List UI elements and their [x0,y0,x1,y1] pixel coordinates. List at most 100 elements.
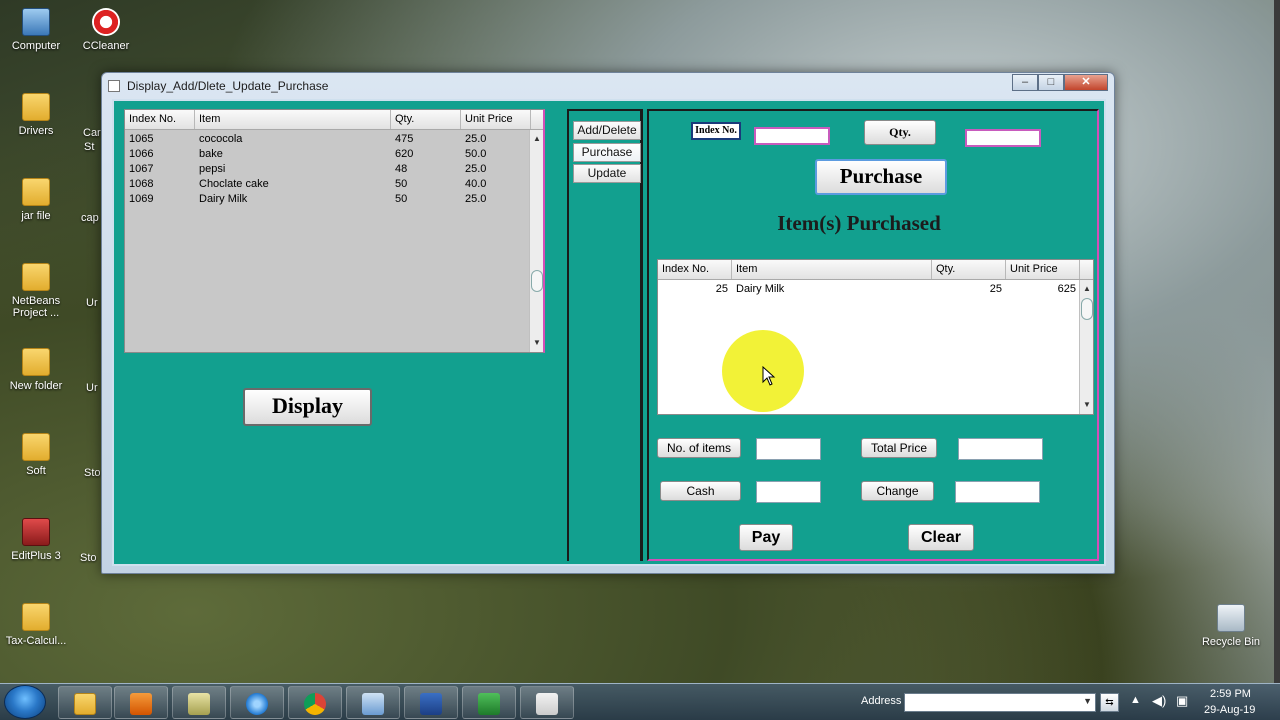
title-bar[interactable]: Display_Add/Dlete_Update_Purchase – □ ✕ [102,73,1114,99]
table-row[interactable]: 25 Dairy Milk 25 625 [658,282,1093,297]
desktop-icon-computer[interactable]: Computer [0,8,72,52]
close-button[interactable]: ✕ [1064,74,1108,91]
folder-icon [22,348,50,376]
column-header[interactable]: Qty. [932,260,1006,279]
table-row[interactable]: 1065 cococola 475 25.0 [125,132,543,147]
column-header[interactable]: Unit Price [1006,260,1080,279]
qty-field[interactable] [965,129,1041,147]
table-row[interactable]: 1067 pepsi 48 25.0 [125,162,543,177]
pay-button[interactable]: Pay [739,524,793,551]
cash-field[interactable] [756,481,821,503]
items-purchased-heading: Item(s) Purchased [777,211,941,235]
purchase-button[interactable]: Purchase [815,159,947,195]
desktop-icon-soft[interactable]: Soft [0,433,72,477]
clock-time[interactable]: 2:59 PM [1210,688,1251,700]
tab-purchase[interactable]: Purchase [573,143,641,162]
table-row[interactable]: 1068 Choclate cake 50 40.0 [125,177,543,192]
taskbar-media-player[interactable] [114,686,168,719]
clear-button[interactable]: Clear [908,524,974,551]
table-cell: 25.0 [465,163,487,175]
taskbar-chrome[interactable] [288,686,342,719]
mouse-pointer-icon [762,366,776,386]
change-button[interactable]: Change [861,481,934,501]
column-header[interactable]: Item [195,110,391,129]
cash-button[interactable]: Cash [660,481,741,501]
desktop-icon-drivers[interactable]: Drivers [0,93,72,137]
total-price-field[interactable] [958,438,1043,460]
table-cell: pepsi [199,163,226,175]
scroll-up-icon[interactable]: ▲ [530,132,543,146]
table-cell: 50.0 [465,148,487,160]
taskbar-camtasia[interactable] [462,686,516,719]
desktop-icon-editplus[interactable]: EditPlus 3 [0,518,72,562]
taskbar-virtualbox[interactable] [346,686,400,719]
taskbar-word[interactable] [404,686,458,719]
editplus-icon [22,518,50,546]
desktop-icon-ccleaner[interactable]: CCleaner [70,8,142,52]
desktop-icon-jar-file[interactable]: jar file [0,178,72,222]
folder-icon [22,603,50,631]
taskbar-explorer[interactable] [58,686,112,719]
desktop-icon-label: Drivers [18,125,54,137]
table-cell: 25 [715,283,728,295]
purchased-items-table[interactable]: Index No. Item Qty. Unit Price 25 Dairy M… [657,259,1094,415]
internet-explorer-icon [246,693,268,715]
no-of-items-button[interactable]: No. of items [657,438,741,458]
inventory-table[interactable]: Index No. Item Qty. Unit Price 1065 cococ… [124,109,545,353]
table-row[interactable]: 1069 Dairy Milk 50 25.0 [125,192,543,207]
address-input[interactable]: ▼ [904,693,1096,712]
total-price-button[interactable]: Total Price [861,438,937,458]
table-row[interactable]: 1066 bake 620 50.0 [125,147,543,162]
go-arrow-icon[interactable]: ⇆ [1100,693,1119,712]
vertical-scrollbar[interactable]: ▲ ▼ [529,130,543,352]
table-cell: 620 [395,148,414,160]
partial-desktop-label: Sto [84,467,101,479]
desktop-icon-new-folder[interactable]: New folder [0,348,72,392]
scroll-thumb[interactable] [531,270,543,292]
no-of-items-field[interactable] [756,438,821,460]
vertical-scrollbar[interactable]: ▲ ▼ [1079,280,1093,414]
desktop-icon-recycle-bin[interactable]: Recycle Bin [1195,604,1267,648]
desktop-icon-label: EditPlus 3 [11,550,61,562]
minimize-button[interactable]: – [1012,74,1038,91]
column-header[interactable]: Index No. [658,260,732,279]
computer-icon [22,8,50,36]
taskbar-editor[interactable] [172,686,226,719]
maximize-button[interactable]: □ [1038,74,1064,91]
show-hidden-icons-icon[interactable]: ▲ [1130,694,1141,706]
scroll-down-icon[interactable]: ▼ [1080,398,1093,412]
display-button[interactable]: Display [243,388,372,426]
table-cell: Dairy Milk [736,283,785,295]
network-icon[interactable]: ▣ [1176,693,1188,709]
column-header[interactable]: Unit Price [461,110,531,129]
partial-desktop-label: Ur [86,297,98,309]
purchase-panel: Index No. Qty. Purchase Item(s) Purchase… [647,109,1099,561]
taskbar-internet-explorer[interactable] [230,686,284,719]
column-header[interactable]: Item [732,260,932,279]
column-header[interactable]: Qty. [391,110,461,129]
chevron-down-icon[interactable]: ▼ [1083,696,1092,706]
scroll-up-icon[interactable]: ▲ [1080,282,1093,296]
taskbar-java-app[interactable] [520,686,574,719]
start-button[interactable] [4,685,46,719]
table-header: Index No. Item Qty. Unit Price [125,110,543,130]
column-header[interactable]: Index No. [125,110,195,129]
scroll-down-icon[interactable]: ▼ [530,336,543,350]
change-field[interactable] [955,481,1040,503]
table-cell: 25.0 [465,133,487,145]
table-cell: 25 [989,283,1002,295]
desktop-icon-label: jar file [21,210,51,222]
qty-button[interactable]: Qty. [864,120,936,145]
index-no-field[interactable] [754,127,830,145]
desktop-icon-netbeans[interactable]: NetBeans Project ... [0,263,72,319]
volume-icon[interactable]: ◀) [1152,693,1166,709]
scroll-thumb[interactable] [1081,298,1093,320]
desktop-icon-tax-calculator[interactable]: Tax-Calcul... [0,603,72,647]
java-icon [536,693,558,715]
tab-update[interactable]: Update [573,164,641,183]
folder-icon [22,93,50,121]
tab-add-delete[interactable]: Add/Delete [573,121,641,140]
word-icon [420,693,442,715]
table-cell: 40.0 [465,178,487,190]
clock-date[interactable]: 29-Aug-19 [1204,704,1255,716]
